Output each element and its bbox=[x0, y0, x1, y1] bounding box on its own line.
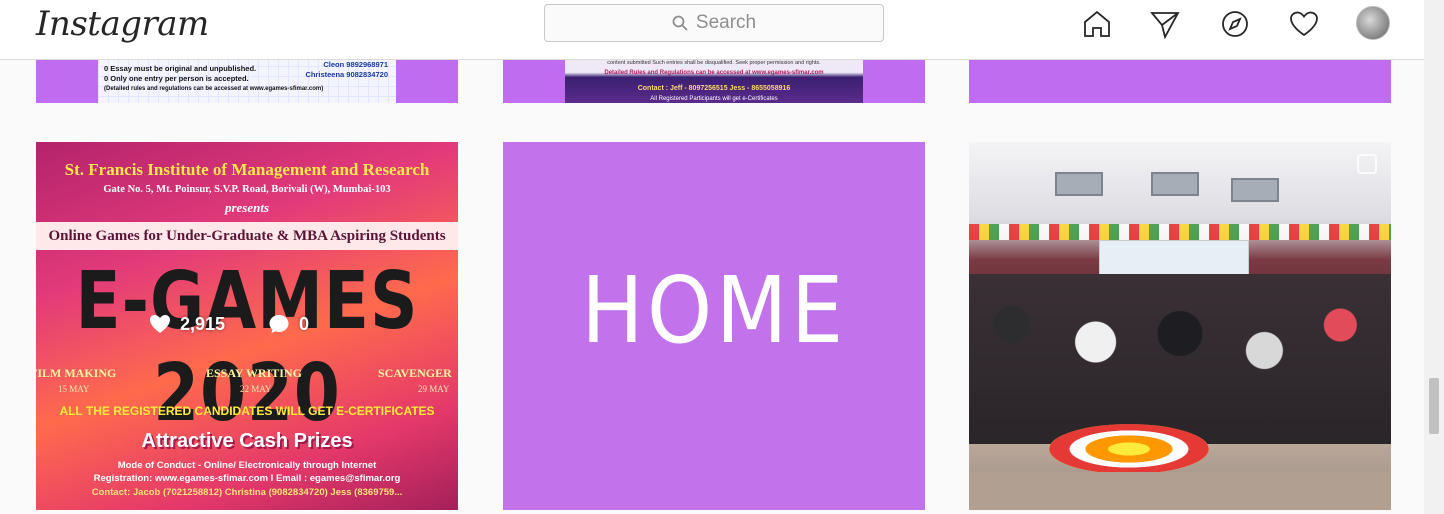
home-icon[interactable] bbox=[1077, 6, 1117, 42]
post-1-image: 0 Essay must be original and unpublished… bbox=[98, 56, 396, 103]
explore-icon[interactable] bbox=[1215, 6, 1255, 42]
home-text: HOME bbox=[581, 257, 847, 364]
multi-post-icon bbox=[1357, 154, 1377, 174]
institute-name: St. Francis Institute of Management and … bbox=[64, 160, 430, 179]
post-tile-3[interactable] bbox=[969, 56, 1391, 103]
post-tile-home[interactable]: HOME bbox=[503, 142, 925, 510]
instagram-logo[interactable]: Instagram bbox=[36, 4, 209, 44]
presents-text: presents bbox=[224, 200, 270, 215]
comments-count: 0 bbox=[299, 313, 310, 334]
post-tile-1[interactable]: 0 Essay must be original and unpublished… bbox=[36, 56, 458, 103]
search-icon bbox=[672, 15, 688, 31]
certificate-notice: ALL THE REGISTERED CANDIDATES WILL GET E… bbox=[59, 404, 435, 418]
institute-address: Gate No. 5, Mt. Poinsur, S.V.P. Road, Bo… bbox=[103, 184, 391, 195]
contact-info: Contact: Jacob (7021258812) Christina (9… bbox=[91, 487, 403, 498]
registration-info: Registration: www.egames-sfimar.com I Em… bbox=[93, 473, 401, 484]
post-tile-2[interactable]: content submitted Such entries shall be … bbox=[503, 56, 925, 103]
post-2-line-4: All Registered Participants will get e-C… bbox=[650, 96, 778, 102]
scrollbar-track[interactable] bbox=[1424, 0, 1444, 514]
post-2-line-3: Contact : Jeff - 8097256515 Jess - 86550… bbox=[637, 85, 791, 92]
search-placeholder: Search bbox=[695, 12, 757, 33]
event-date-1: 15 MAY bbox=[58, 384, 90, 394]
post-hover-overlay: 2,915 0 bbox=[148, 312, 309, 336]
comment-icon bbox=[269, 315, 289, 333]
photo-floor bbox=[969, 472, 1391, 510]
photo-projector-1 bbox=[1055, 172, 1103, 196]
likes-count: 2,915 bbox=[180, 313, 226, 334]
event-date-3: 29 MAY bbox=[418, 384, 450, 394]
photo-projector-3 bbox=[1231, 178, 1279, 202]
post-1-contact-1: Cleon 9892968971 bbox=[323, 60, 388, 69]
event-date-2: 22 MAY bbox=[240, 384, 272, 394]
instagram-profile-page: Instagram Search 0 Essay must be origina… bbox=[0, 0, 1444, 514]
photo-projector-2 bbox=[1151, 172, 1199, 196]
photo-rangoli bbox=[1049, 424, 1209, 474]
post-1-line-3: (Detailed rules and regulations can be a… bbox=[104, 86, 324, 92]
post-tile-egames[interactable]: St. Francis Institute of Management and … bbox=[36, 142, 458, 510]
search-box[interactable]: Search bbox=[544, 4, 884, 42]
event-film-making: FILM MAKING bbox=[36, 366, 117, 380]
mode-of-conduct: Mode of Conduct - Online/ Electronically… bbox=[117, 460, 377, 471]
photo-crowd bbox=[969, 274, 1391, 444]
post-tile-group-photo[interactable] bbox=[969, 142, 1391, 510]
event-essay-writing: ESSAY WRITING bbox=[206, 366, 302, 380]
cash-prizes-text: Attractive Cash Prizes bbox=[141, 430, 353, 452]
photo-bunting bbox=[969, 224, 1391, 240]
post-2-line-2: Detailed Rules and Regulations can be ac… bbox=[604, 70, 824, 76]
heart-icon bbox=[150, 315, 170, 333]
post-2-image: content submitted Such entries shall be … bbox=[565, 56, 863, 103]
event-scavenger: SCAVENGER bbox=[378, 366, 452, 380]
post-1-contact-2: Christeena 9082834720 bbox=[305, 70, 388, 79]
top-navigation-bar: Instagram Search bbox=[0, 0, 1424, 60]
activity-heart-icon[interactable] bbox=[1284, 6, 1324, 42]
direct-icon[interactable] bbox=[1145, 6, 1185, 42]
online-games-banner: Online Games for Under-Graduate & MBA As… bbox=[36, 222, 458, 250]
profile-avatar[interactable] bbox=[1356, 6, 1390, 40]
scrollbar-thumb[interactable] bbox=[1429, 378, 1439, 434]
